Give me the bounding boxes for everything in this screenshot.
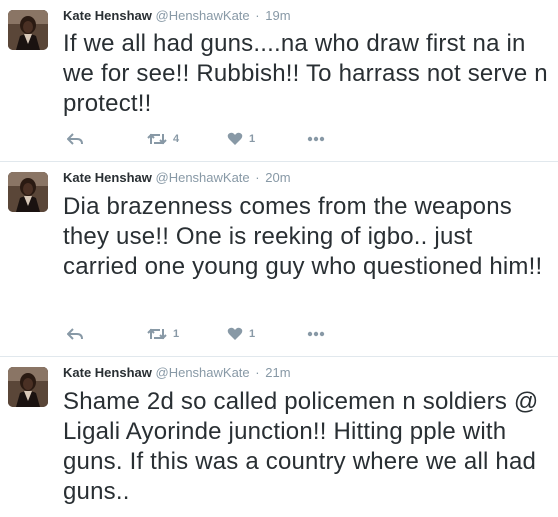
avatar[interactable] — [8, 172, 48, 212]
reply-icon — [67, 328, 83, 340]
more-icon — [307, 136, 325, 142]
more-button[interactable] — [307, 331, 325, 337]
author-name[interactable]: Kate Henshaw — [63, 8, 152, 23]
retweet-icon — [147, 133, 167, 145]
tweet-text: Shame 2d so called policemen n soldiers … — [63, 388, 539, 505]
timestamp[interactable]: 20m — [265, 170, 290, 185]
like-button[interactable]: 1 — [227, 327, 255, 341]
more-button[interactable] — [307, 136, 325, 142]
reply-button[interactable] — [67, 132, 83, 146]
author-handle[interactable]: @HenshawKate — [156, 170, 250, 185]
tweet-header: Kate Henshaw @HenshawKate · 19m — [63, 8, 291, 24]
separator-dot: · — [255, 170, 260, 185]
tweet-header: Kate Henshaw @HenshawKate · 21m — [63, 365, 291, 381]
avatar[interactable] — [8, 367, 48, 407]
tweet-actions: 1 1 — [63, 327, 363, 345]
heart-icon — [227, 327, 243, 340]
retweet-button[interactable]: 4 — [147, 132, 179, 146]
tweet-text: Dia brazenness comes from the weapons th… — [63, 193, 543, 280]
timestamp[interactable]: 21m — [265, 365, 290, 380]
tweet-text: If we all had guns....na who draw first … — [63, 30, 548, 117]
reply-icon — [67, 133, 83, 145]
tweet-actions: 4 1 — [63, 132, 363, 150]
tweet-feed: Kate Henshaw @HenshawKate · 19m If we al… — [0, 0, 558, 517]
like-button[interactable]: 1 — [227, 132, 255, 146]
author-name[interactable]: Kate Henshaw — [63, 170, 152, 185]
tweet-header: Kate Henshaw @HenshawKate · 20m — [63, 170, 291, 186]
like-count: 1 — [249, 328, 256, 340]
retweet-count: 4 — [173, 133, 180, 145]
retweet-icon — [147, 328, 167, 340]
heart-icon — [227, 132, 243, 145]
timestamp[interactable]: 19m — [265, 8, 290, 23]
author-name[interactable]: Kate Henshaw — [63, 365, 152, 380]
more-icon — [307, 331, 325, 337]
avatar[interactable] — [8, 10, 48, 50]
separator-dot: · — [255, 365, 260, 380]
retweet-button[interactable]: 1 — [147, 327, 179, 341]
author-handle[interactable]: @HenshawKate — [156, 365, 250, 380]
tweet[interactable]: Kate Henshaw @HenshawKate · 20m Dia braz… — [0, 162, 558, 357]
like-count: 1 — [249, 133, 256, 145]
retweet-count: 1 — [173, 328, 180, 340]
separator-dot: · — [255, 8, 260, 23]
tweet[interactable]: Kate Henshaw @HenshawKate · 21m Shame 2d… — [0, 357, 558, 517]
tweet[interactable]: Kate Henshaw @HenshawKate · 19m If we al… — [0, 0, 558, 162]
author-handle[interactable]: @HenshawKate — [156, 8, 250, 23]
reply-button[interactable] — [67, 327, 83, 341]
